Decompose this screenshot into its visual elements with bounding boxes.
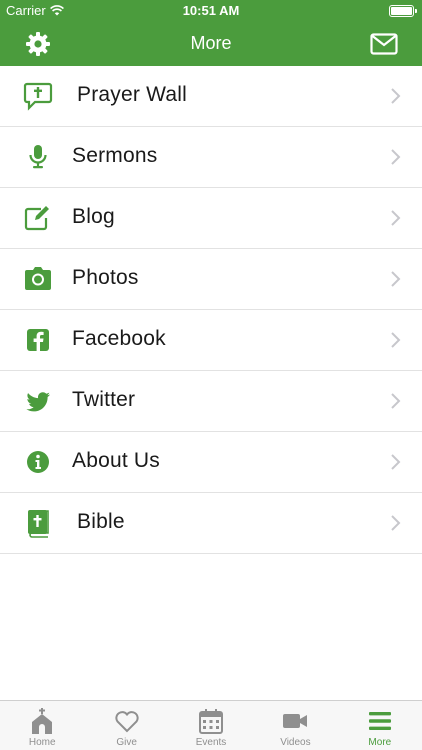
- tab-bar: Home Give Events Videos More: [0, 700, 422, 750]
- tab-more[interactable]: More: [338, 701, 422, 750]
- page-title: More: [190, 33, 232, 53]
- menu-item-label: Bible: [77, 510, 125, 533]
- more-menu-list: Prayer Wall Sermons Blog Photos Facebook…: [0, 66, 422, 554]
- heart-icon: [114, 711, 139, 733]
- chevron-right-icon: [391, 454, 401, 470]
- menu-item-prayer-wall[interactable]: Prayer Wall: [0, 66, 422, 127]
- chevron-right-icon: [391, 271, 401, 287]
- tab-label: Events: [195, 737, 227, 748]
- menu-item-label: About Us: [72, 449, 160, 472]
- chevron-right-icon: [391, 393, 401, 409]
- menu-item-label: Facebook: [72, 327, 166, 350]
- calendar-icon: [199, 709, 224, 734]
- menu-icon: [368, 712, 391, 730]
- nav-bar: More: [0, 22, 422, 66]
- menu-item-bible[interactable]: Bible: [0, 493, 422, 554]
- tab-label: Home: [28, 737, 56, 748]
- tab-label: More: [368, 737, 392, 748]
- menu-item-label: Twitter: [72, 388, 136, 411]
- menu-item-label: Photos: [72, 266, 139, 289]
- video-camera-icon: [283, 714, 308, 728]
- info-icon: [27, 451, 49, 473]
- battery-icon: [389, 5, 417, 17]
- menu-item-twitter[interactable]: Twitter: [0, 371, 422, 432]
- mail-icon[interactable]: [370, 32, 398, 56]
- chevron-right-icon: [391, 515, 401, 531]
- bible-icon: [28, 510, 49, 538]
- tab-home[interactable]: Home: [0, 701, 84, 750]
- twitter-icon: [26, 392, 50, 412]
- tab-events[interactable]: Events: [169, 701, 253, 750]
- chevron-right-icon: [391, 332, 401, 348]
- menu-item-blog[interactable]: Blog: [0, 188, 422, 249]
- chevron-right-icon: [391, 210, 401, 226]
- chevron-right-icon: [391, 149, 401, 165]
- tab-give[interactable]: Give: [84, 701, 168, 750]
- edit-icon: [24, 206, 49, 231]
- tab-label: Videos: [280, 737, 311, 748]
- camera-icon: [25, 267, 51, 290]
- menu-item-facebook[interactable]: Facebook: [0, 310, 422, 371]
- menu-item-label: Prayer Wall: [77, 83, 187, 106]
- menu-item-sermons[interactable]: Sermons: [0, 127, 422, 188]
- prayer-wall-icon: [23, 82, 53, 111]
- status-bar: Carrier 10:51 AM: [0, 0, 422, 22]
- status-time: 10:51 AM: [182, 3, 240, 18]
- tab-label: Give: [116, 737, 137, 748]
- microphone-icon: [29, 145, 47, 169]
- menu-item-label: Sermons: [72, 144, 158, 167]
- facebook-icon: [27, 329, 49, 351]
- tab-videos[interactable]: Videos: [253, 701, 337, 750]
- church-icon: [32, 708, 53, 734]
- menu-item-about-us[interactable]: About Us: [0, 432, 422, 493]
- chevron-right-icon: [391, 88, 401, 104]
- menu-item-photos[interactable]: Photos: [0, 249, 422, 310]
- menu-item-label: Blog: [72, 205, 115, 228]
